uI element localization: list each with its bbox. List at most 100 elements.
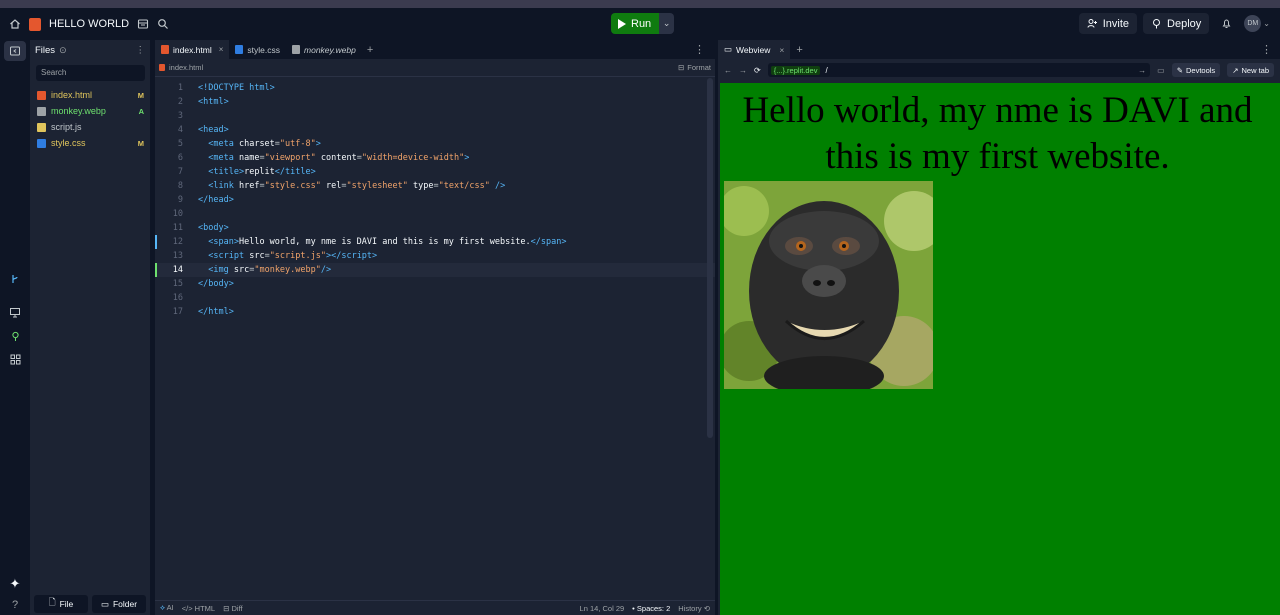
run-options-chevron-icon[interactable]: ⌄ xyxy=(659,13,675,34)
newtab-label: New tab xyxy=(1241,65,1269,75)
all-tools-grid-icon[interactable] xyxy=(8,352,22,366)
add-tool-icon[interactable]: ✦ xyxy=(8,576,22,591)
breadcrumb[interactable]: index.html xyxy=(169,63,203,72)
home-icon[interactable] xyxy=(9,18,21,30)
code-line: </body> xyxy=(198,279,234,289)
reload-icon[interactable]: ⟳ xyxy=(754,66,761,75)
diff-button[interactable]: ⊟ Diff xyxy=(223,604,243,613)
file-type-icon xyxy=(161,45,169,54)
file-type-icon xyxy=(37,138,46,148)
file-item[interactable]: style.css M xyxy=(30,135,150,151)
line-number: 12 xyxy=(172,237,183,247)
files-search-input[interactable]: Search xyxy=(36,65,145,81)
editor-tab[interactable]: style.css xyxy=(229,40,286,59)
line-number: 1 xyxy=(177,83,183,93)
code-line: <link href="style.css" rel="stylesheet" … xyxy=(208,181,506,191)
file-item[interactable]: index.html M xyxy=(30,87,150,103)
format-button[interactable]: ⊟ Format xyxy=(678,63,711,72)
ai-button[interactable]: ⟡ AI xyxy=(160,603,174,613)
code-editor-pane: index.html × style.css monkey.webp + ⋮ index… xyxy=(155,40,715,615)
close-icon[interactable]: × xyxy=(779,45,784,55)
code-line: <span>Hello world, my nme is DAVI and th… xyxy=(208,237,567,247)
file-item[interactable]: script.js xyxy=(30,119,150,135)
line-number: 7 xyxy=(177,167,183,177)
file-type-icon xyxy=(37,90,46,100)
file-type-icon xyxy=(37,122,46,132)
account-menu[interactable]: DM ⌄ xyxy=(1244,15,1270,32)
rendered-page: Hello world, my nme is DAVI and this is … xyxy=(720,83,1280,615)
language-indicator[interactable]: </> HTML xyxy=(182,604,215,613)
editor-scrollbar[interactable] xyxy=(707,78,713,438)
code-line: </html> xyxy=(198,307,234,317)
monkey-image xyxy=(724,181,933,389)
code-line: <html> xyxy=(198,97,229,107)
chevron-down-icon: ⌄ xyxy=(1263,19,1270,28)
indent-setting[interactable]: • Spaces: 2 xyxy=(632,604,670,613)
new-folder-button[interactable]: ▭ Folder xyxy=(92,595,146,613)
monitor-icon[interactable] xyxy=(8,305,22,319)
history-button[interactable]: History ⟲ xyxy=(678,604,710,613)
close-icon[interactable]: × xyxy=(219,45,224,54)
code-icon: </> xyxy=(181,603,193,613)
forward-arrow-icon[interactable]: → xyxy=(739,66,747,75)
run-label: Run xyxy=(631,17,652,30)
modified-line-marker xyxy=(155,235,157,249)
line-number: 5 xyxy=(177,139,183,149)
git-status-badge: A xyxy=(138,106,144,116)
ai-icon: ⟡ xyxy=(160,603,165,612)
code-area[interactable]: 1 <!DOCTYPE html> 2 <html> 3 4 <head> 5 <me… xyxy=(155,81,715,319)
code-line: <head> xyxy=(198,125,229,135)
code-line: <title>replit</title> xyxy=(208,167,316,177)
bell-icon[interactable] xyxy=(1221,18,1232,29)
file-name: monkey.webp xyxy=(51,106,106,116)
line-number: 11 xyxy=(172,223,183,233)
invite-label: Invite xyxy=(1102,17,1130,30)
url-domain: {...}.replit.dev xyxy=(770,65,821,75)
help-icon[interactable]: ? xyxy=(8,598,22,612)
url-bar[interactable]: {...}.replit.dev / → xyxy=(767,63,1151,77)
go-arrow-icon[interactable]: → xyxy=(1138,66,1146,75)
invite-button[interactable]: Invite xyxy=(1078,13,1138,34)
top-bar: HELLO WORLD Run ⌄ Invite Deploy DM ⌄ xyxy=(0,8,1280,40)
file-name: script.js xyxy=(51,122,82,132)
monkey-illustration xyxy=(724,181,933,389)
collapse-sidebar-icon[interactable] xyxy=(8,44,22,58)
file-type-icon xyxy=(235,45,244,54)
line-number: 8 xyxy=(177,181,183,191)
search-icon[interactable] xyxy=(157,18,169,30)
tab-webview[interactable]: ▭ Webview × xyxy=(718,40,791,59)
line-number: 2 xyxy=(177,97,183,107)
editor-tabs: index.html × style.css monkey.webp + ⋮ xyxy=(155,40,715,59)
file-name: index.html xyxy=(51,90,93,100)
code-line: </head> xyxy=(198,195,234,205)
new-tab-button[interactable]: ↗ New tab xyxy=(1227,63,1274,77)
new-tab-plus-icon[interactable]: + xyxy=(367,44,373,56)
new-file-button[interactable]: 🗋 File xyxy=(34,595,88,613)
repl-title[interactable]: HELLO WORLD xyxy=(49,18,129,30)
deploy-button[interactable]: Deploy xyxy=(1143,13,1210,34)
run-button[interactable]: Run xyxy=(611,13,660,34)
editor-tab[interactable]: monkey.webp xyxy=(286,40,362,59)
history-icon[interactable]: ⊙ xyxy=(59,45,67,56)
new-tab-plus-icon[interactable]: + xyxy=(796,44,802,56)
add-user-icon xyxy=(1087,18,1098,29)
devtools-button[interactable]: ✎ Devtools xyxy=(1171,63,1221,77)
file-item[interactable]: monkey.webp A xyxy=(30,103,150,119)
files-menu-icon[interactable]: ⋮ xyxy=(136,45,146,56)
git-branch-icon[interactable] xyxy=(8,272,22,286)
editor-tab[interactable]: index.html × xyxy=(155,40,230,59)
file-type-icon xyxy=(37,106,46,116)
wrench-icon: ✎ xyxy=(1176,65,1183,75)
html-repl-icon xyxy=(29,17,41,31)
editor-menu-icon[interactable]: ⋮ xyxy=(694,43,705,56)
webview-menu-icon[interactable]: ⋮ xyxy=(1261,43,1272,56)
cursor-position[interactable]: Ln 14, Col 29 xyxy=(580,604,625,613)
back-arrow-icon[interactable]: ← xyxy=(724,66,732,75)
device-preview-icon[interactable]: ▭ xyxy=(1157,66,1165,75)
packages-icon[interactable] xyxy=(8,329,22,343)
repl-info-icon[interactable] xyxy=(137,18,149,30)
external-link-icon: ↗ xyxy=(1232,65,1239,75)
monitor-icon: ▭ xyxy=(724,44,733,54)
